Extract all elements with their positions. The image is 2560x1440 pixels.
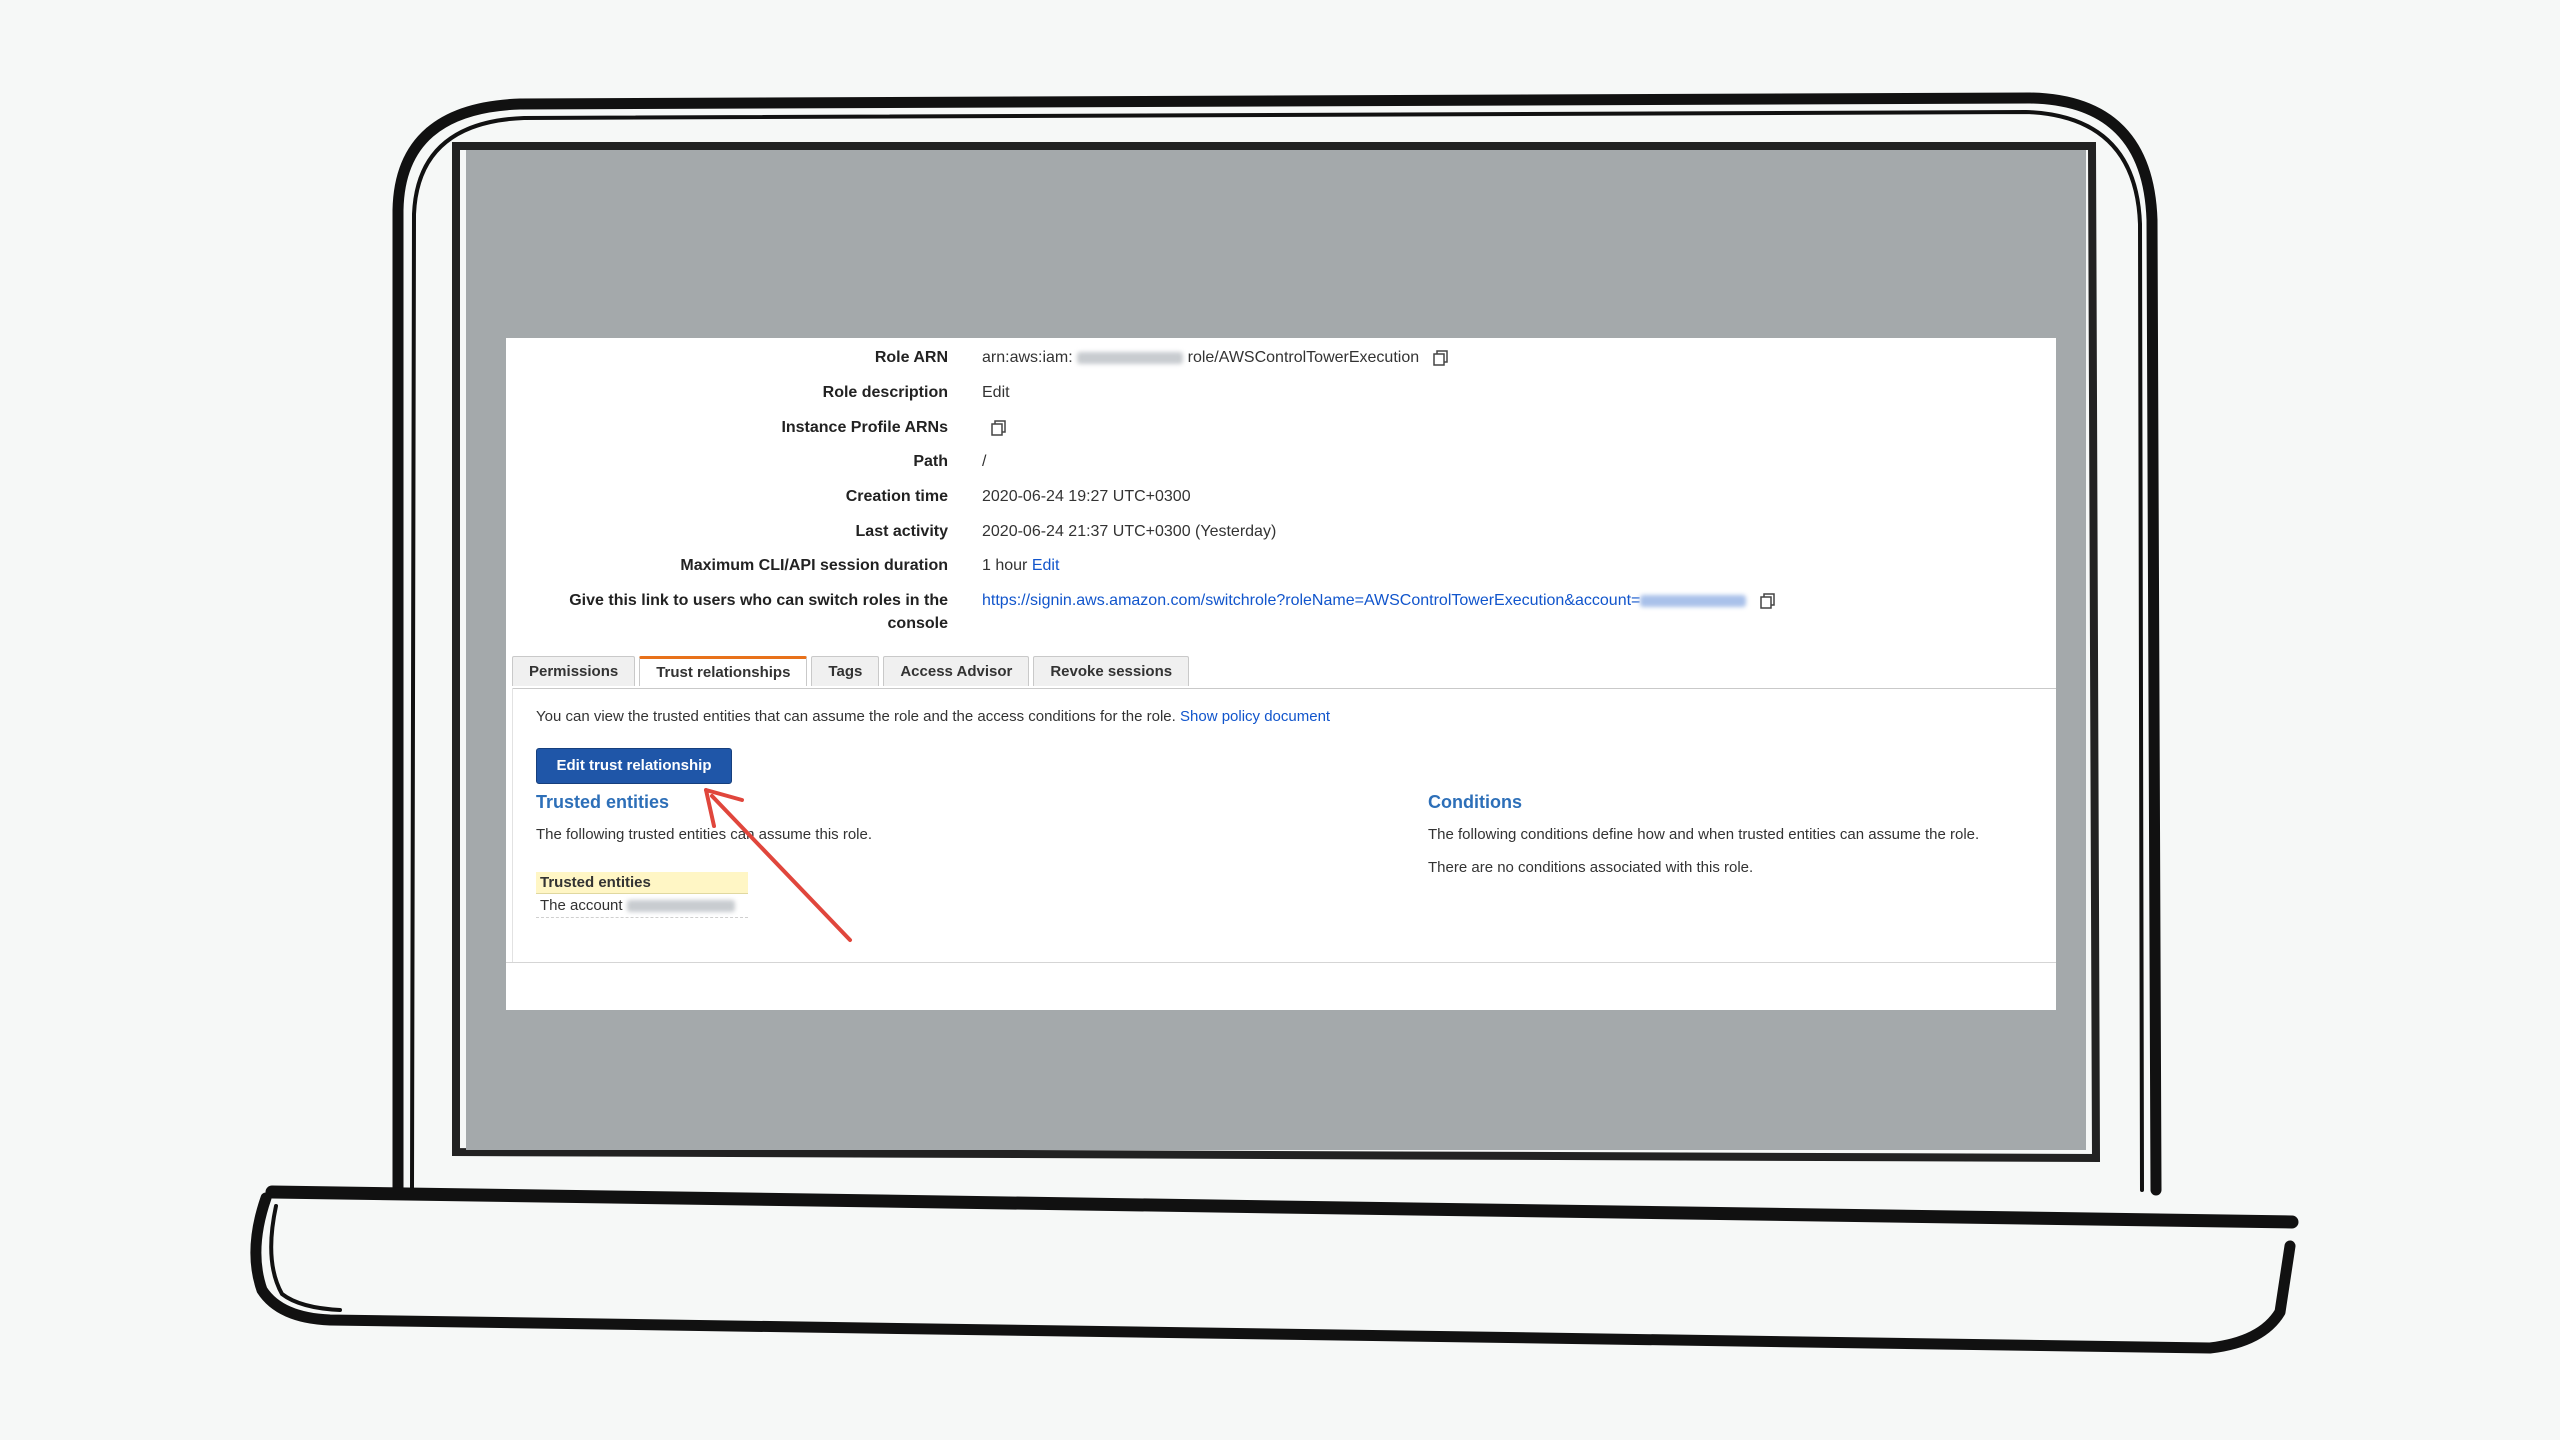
annotation-arrow [704, 788, 852, 942]
